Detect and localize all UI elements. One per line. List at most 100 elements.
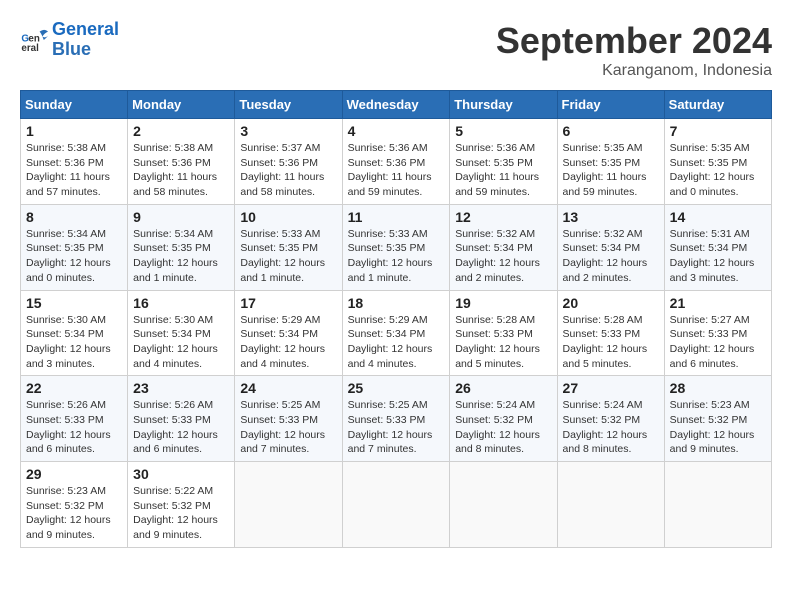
day-info: Sunrise: 5:30 AMSunset: 5:34 PMDaylight:… — [133, 313, 229, 372]
day-number: 26 — [455, 380, 551, 396]
day-number: 8 — [26, 209, 122, 225]
day-info: Sunrise: 5:35 AMSunset: 5:35 PMDaylight:… — [563, 141, 659, 200]
day-number: 3 — [240, 123, 336, 139]
calendar-body: 1 Sunrise: 5:38 AMSunset: 5:36 PMDaylight… — [21, 119, 772, 548]
day-info: Sunrise: 5:28 AMSunset: 5:33 PMDaylight:… — [455, 313, 551, 372]
day-number: 5 — [455, 123, 551, 139]
calendar-cell: 4 Sunrise: 5:36 AMSunset: 5:36 PMDaylight… — [342, 119, 450, 205]
day-info: Sunrise: 5:25 AMSunset: 5:33 PMDaylight:… — [240, 398, 336, 457]
day-number: 20 — [563, 295, 659, 311]
calendar-cell — [664, 462, 771, 548]
day-info: Sunrise: 5:35 AMSunset: 5:35 PMDaylight:… — [670, 141, 766, 200]
day-info: Sunrise: 5:33 AMSunset: 5:35 PMDaylight:… — [348, 227, 445, 286]
day-info: Sunrise: 5:22 AMSunset: 5:32 PMDaylight:… — [133, 484, 229, 543]
day-number: 4 — [348, 123, 445, 139]
col-saturday: Saturday — [664, 91, 771, 119]
calendar-cell: 8 Sunrise: 5:34 AMSunset: 5:35 PMDaylight… — [21, 204, 128, 290]
day-info: Sunrise: 5:27 AMSunset: 5:33 PMDaylight:… — [670, 313, 766, 372]
day-info: Sunrise: 5:38 AMSunset: 5:36 PMDaylight:… — [133, 141, 229, 200]
calendar-cell: 20 Sunrise: 5:28 AMSunset: 5:33 PMDayligh… — [557, 290, 664, 376]
col-sunday: Sunday — [21, 91, 128, 119]
calendar-week-4: 22Sunrise: 5:26 AMSunset: 5:33 PMDayligh… — [21, 376, 772, 462]
day-number: 16 — [133, 295, 229, 311]
calendar-cell: 22Sunrise: 5:26 AMSunset: 5:33 PMDayligh… — [21, 376, 128, 462]
calendar-cell: 17Sunrise: 5:29 AMSunset: 5:34 PMDayligh… — [235, 290, 342, 376]
day-info: Sunrise: 5:29 AMSunset: 5:34 PMDaylight:… — [348, 313, 445, 372]
logo-text: General Blue — [52, 20, 119, 60]
calendar-cell: 28Sunrise: 5:23 AMSunset: 5:32 PMDayligh… — [664, 376, 771, 462]
day-number: 24 — [240, 380, 336, 396]
location-title: Karanganom, Indonesia — [496, 62, 772, 80]
calendar-cell: 2 Sunrise: 5:38 AMSunset: 5:36 PMDaylight… — [128, 119, 235, 205]
calendar-cell — [557, 462, 664, 548]
day-info: Sunrise: 5:30 AMSunset: 5:34 PMDaylight:… — [26, 313, 122, 372]
calendar-cell: 24 Sunrise: 5:25 AMSunset: 5:33 PMDayligh… — [235, 376, 342, 462]
day-number: 13 — [563, 209, 659, 225]
col-tuesday: Tuesday — [235, 91, 342, 119]
day-info: Sunrise: 5:23 AMSunset: 5:32 PMDaylight:… — [670, 398, 766, 457]
logo-line2: Blue — [52, 39, 91, 59]
day-info: Sunrise: 5:24 AMSunset: 5:32 PMDaylight:… — [563, 398, 659, 457]
day-info: Sunrise: 5:32 AMSunset: 5:34 PMDaylight:… — [563, 227, 659, 286]
day-number: 22 — [26, 380, 122, 396]
calendar-cell: 26 Sunrise: 5:24 AMSunset: 5:32 PMDayligh… — [450, 376, 557, 462]
calendar-cell: 18Sunrise: 5:29 AMSunset: 5:34 PMDayligh… — [342, 290, 450, 376]
calendar-cell: 25Sunrise: 5:25 AMSunset: 5:33 PMDayligh… — [342, 376, 450, 462]
day-number: 11 — [348, 209, 445, 225]
day-number: 19 — [455, 295, 551, 311]
day-number: 1 — [26, 123, 122, 139]
day-info: Sunrise: 5:34 AMSunset: 5:35 PMDaylight:… — [133, 227, 229, 286]
day-info: Sunrise: 5:24 AMSunset: 5:32 PMDaylight:… — [455, 398, 551, 457]
day-number: 15 — [26, 295, 122, 311]
day-info: Sunrise: 5:32 AMSunset: 5:34 PMDaylight:… — [455, 227, 551, 286]
calendar-cell: 1 Sunrise: 5:38 AMSunset: 5:36 PMDaylight… — [21, 119, 128, 205]
calendar-cell: 23Sunrise: 5:26 AMSunset: 5:33 PMDayligh… — [128, 376, 235, 462]
calendar-cell: 16 Sunrise: 5:30 AMSunset: 5:34 PMDayligh… — [128, 290, 235, 376]
day-number: 12 — [455, 209, 551, 225]
calendar-cell: 11 Sunrise: 5:33 AMSunset: 5:35 PMDayligh… — [342, 204, 450, 290]
day-info: Sunrise: 5:36 AMSunset: 5:36 PMDaylight:… — [348, 141, 445, 200]
calendar-table: Sunday Monday Tuesday Wednesday Thursday… — [20, 90, 772, 548]
logo: G en eral General Blue — [20, 20, 119, 60]
day-number: 9 — [133, 209, 229, 225]
day-info: Sunrise: 5:34 AMSunset: 5:35 PMDaylight:… — [26, 227, 122, 286]
calendar-cell: 27 Sunrise: 5:24 AMSunset: 5:32 PMDayligh… — [557, 376, 664, 462]
day-info: Sunrise: 5:31 AMSunset: 5:34 PMDaylight:… — [670, 227, 766, 286]
day-info: Sunrise: 5:29 AMSunset: 5:34 PMDaylight:… — [240, 313, 336, 372]
day-info: Sunrise: 5:28 AMSunset: 5:33 PMDaylight:… — [563, 313, 659, 372]
calendar-week-1: 1 Sunrise: 5:38 AMSunset: 5:36 PMDaylight… — [21, 119, 772, 205]
day-info: Sunrise: 5:33 AMSunset: 5:35 PMDaylight:… — [240, 227, 336, 286]
calendar-week-3: 15 Sunrise: 5:30 AMSunset: 5:34 PMDayligh… — [21, 290, 772, 376]
col-wednesday: Wednesday — [342, 91, 450, 119]
day-number: 23 — [133, 380, 229, 396]
calendar-cell: 6Sunrise: 5:35 AMSunset: 5:35 PMDaylight… — [557, 119, 664, 205]
day-number: 2 — [133, 123, 229, 139]
calendar-cell: 12 Sunrise: 5:32 AMSunset: 5:34 PMDayligh… — [450, 204, 557, 290]
month-title: September 2024 — [496, 20, 772, 62]
calendar-week-2: 8 Sunrise: 5:34 AMSunset: 5:35 PMDaylight… — [21, 204, 772, 290]
day-number: 14 — [670, 209, 766, 225]
calendar-cell: 15 Sunrise: 5:30 AMSunset: 5:34 PMDayligh… — [21, 290, 128, 376]
day-info: Sunrise: 5:23 AMSunset: 5:32 PMDaylight:… — [26, 484, 122, 543]
calendar-cell: 29 Sunrise: 5:23 AMSunset: 5:32 PMDayligh… — [21, 462, 128, 548]
col-friday: Friday — [557, 91, 664, 119]
logo-line1: General — [52, 19, 119, 39]
col-thursday: Thursday — [450, 91, 557, 119]
calendar-cell: 10 Sunrise: 5:33 AMSunset: 5:35 PMDayligh… — [235, 204, 342, 290]
day-info: Sunrise: 5:38 AMSunset: 5:36 PMDaylight:… — [26, 141, 122, 200]
day-number: 10 — [240, 209, 336, 225]
svg-text:eral: eral — [21, 43, 39, 54]
page-header: G en eral General Blue September 2024 Ka… — [20, 20, 772, 80]
calendar-cell: 30 Sunrise: 5:22 AMSunset: 5:32 PMDayligh… — [128, 462, 235, 548]
day-number: 29 — [26, 466, 122, 482]
title-block: September 2024 Karanganom, Indonesia — [496, 20, 772, 80]
day-number: 21 — [670, 295, 766, 311]
calendar-week-5: 29 Sunrise: 5:23 AMSunset: 5:32 PMDayligh… — [21, 462, 772, 548]
col-monday: Monday — [128, 91, 235, 119]
logo-icon: G en eral — [20, 26, 48, 54]
day-number: 27 — [563, 380, 659, 396]
calendar-cell: 19 Sunrise: 5:28 AMSunset: 5:33 PMDayligh… — [450, 290, 557, 376]
calendar-cell: 7Sunrise: 5:35 AMSunset: 5:35 PMDaylight… — [664, 119, 771, 205]
day-number: 30 — [133, 466, 229, 482]
calendar-cell: 13 Sunrise: 5:32 AMSunset: 5:34 PMDayligh… — [557, 204, 664, 290]
